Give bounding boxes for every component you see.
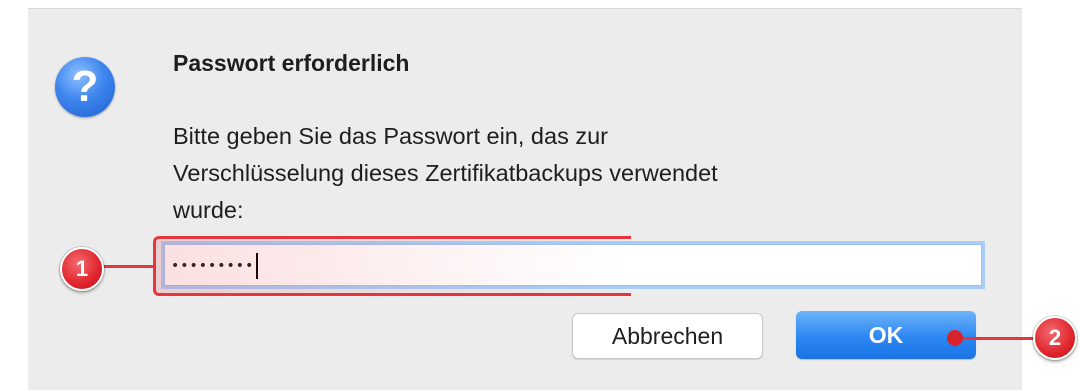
dialog-title: Passwort erforderlich [173, 50, 410, 76]
annotation-connector-1 [100, 265, 155, 268]
message-line: wurde: [173, 197, 244, 223]
annotation-dot-2 [947, 330, 963, 346]
annotation-connector-2 [958, 337, 1035, 340]
annotation-highlight-1 [153, 236, 631, 296]
question-mark-icon: ? [55, 57, 115, 117]
cancel-button[interactable]: Abbrechen [572, 313, 763, 359]
message-line: Bitte geben Sie das Passwort ein, das zu… [173, 123, 608, 149]
dialog-message: Bitte geben Sie das Passwort ein, das zu… [173, 118, 973, 229]
message-line: Verschlüsselung dieses Zertifikatbackups… [173, 160, 718, 186]
annotation-marker-2: 2 [1033, 316, 1077, 360]
annotation-marker-1: 1 [60, 247, 104, 291]
screenshot: ? Passwort erforderlich Bitte geben Sie … [0, 0, 1079, 390]
